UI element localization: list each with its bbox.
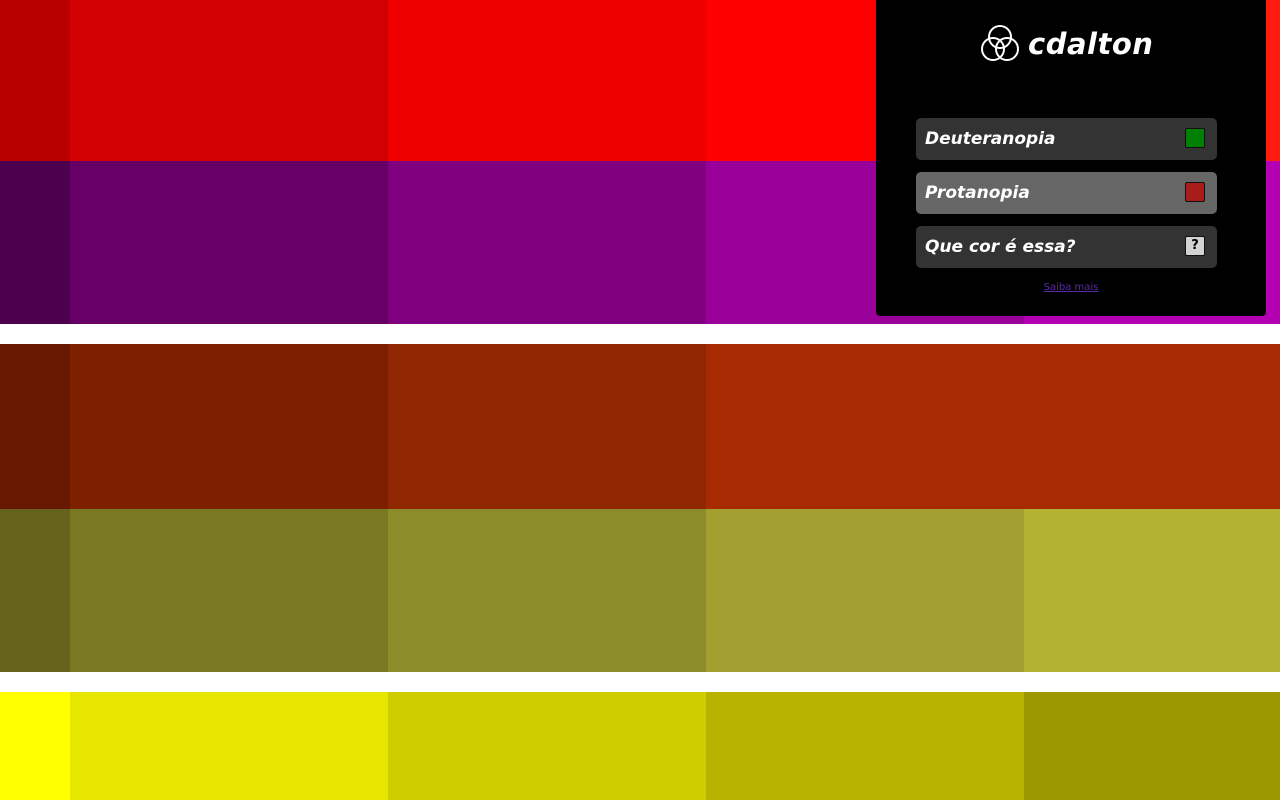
swatch-row xyxy=(0,344,1280,509)
protanopia-swatch xyxy=(1185,182,1205,202)
color-swatch xyxy=(0,0,70,161)
que-cor-label: Que cor é essa? xyxy=(925,237,1076,257)
deuteranopia-swatch xyxy=(1185,128,1205,148)
color-swatch xyxy=(70,0,388,161)
color-swatch xyxy=(1024,692,1280,800)
color-swatch xyxy=(0,161,70,324)
color-swatch xyxy=(1024,509,1280,672)
color-swatch xyxy=(388,0,706,161)
protanopia-button[interactable]: Protanopia xyxy=(916,172,1217,214)
que-cor-button[interactable]: Que cor é essa? ? xyxy=(916,226,1217,268)
help-icon: ? xyxy=(1185,236,1205,256)
color-swatch xyxy=(388,692,706,800)
color-swatch xyxy=(70,161,388,324)
cdalton-panel: cdalton Deuteranopia Protanopia Que cor … xyxy=(876,0,1266,316)
color-swatch xyxy=(1024,344,1280,509)
deuteranopia-label: Deuteranopia xyxy=(925,129,1056,149)
deuteranopia-button[interactable]: Deuteranopia xyxy=(916,118,1217,160)
color-swatch xyxy=(0,509,70,672)
color-swatch xyxy=(70,692,388,800)
saiba-mais-link[interactable]: Saiba mais xyxy=(876,282,1266,293)
color-swatch xyxy=(0,692,70,800)
color-swatch xyxy=(0,344,70,509)
protanopia-label: Protanopia xyxy=(925,183,1030,203)
color-swatch xyxy=(706,692,1024,800)
swatch-row xyxy=(0,692,1280,800)
swatch-row xyxy=(0,509,1280,672)
color-swatch xyxy=(388,509,706,672)
page: cdalton Deuteranopia Protanopia Que cor … xyxy=(0,0,1280,800)
color-swatch xyxy=(388,344,706,509)
color-swatch xyxy=(70,509,388,672)
color-swatch xyxy=(706,344,1024,509)
cdalton-logo: cdalton xyxy=(978,22,1153,66)
three-circles-icon xyxy=(981,25,1019,61)
color-swatch xyxy=(706,509,1024,672)
color-swatch xyxy=(388,161,706,324)
color-swatch xyxy=(70,344,388,509)
brand-name: cdalton xyxy=(1028,27,1154,61)
